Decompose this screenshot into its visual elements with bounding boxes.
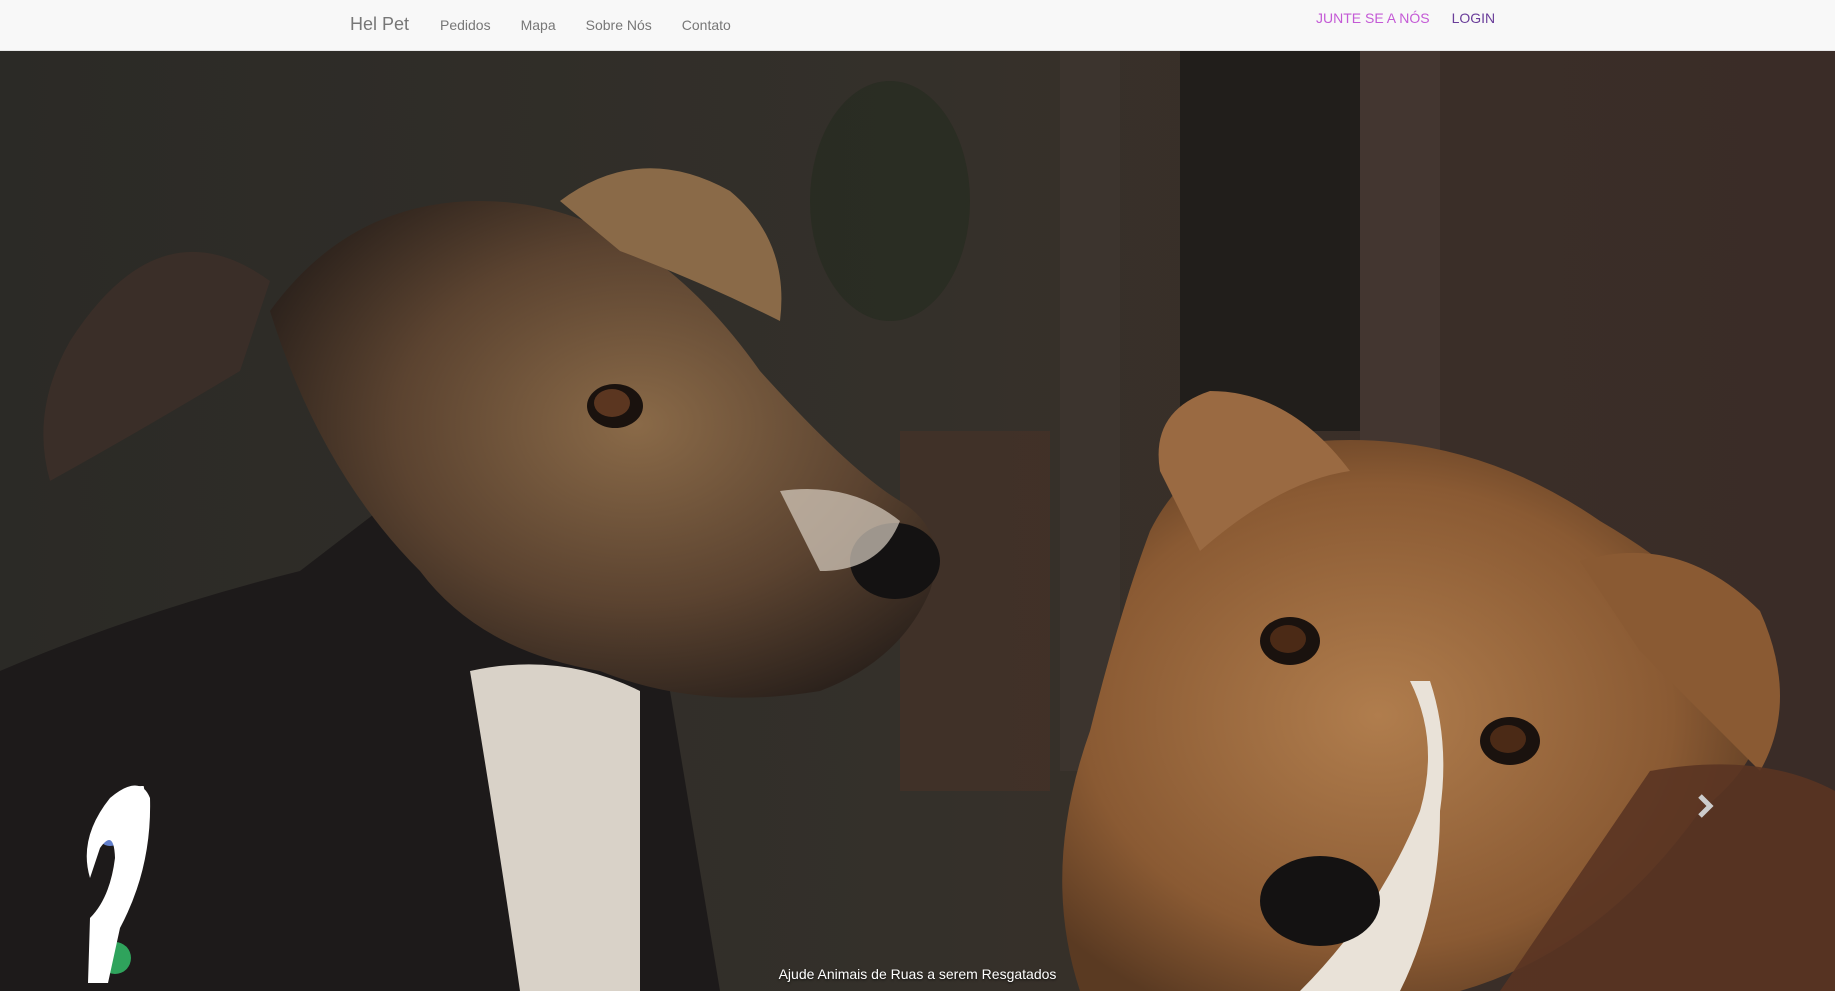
nav-links: Pedidos Mapa Sobre Nós Contato bbox=[440, 17, 731, 33]
nav-link-sobre-nos[interactable]: Sobre Nós bbox=[586, 17, 652, 33]
carousel-next-control[interactable] bbox=[1685, 786, 1725, 826]
join-us-link[interactable]: JUNTE SE A NÓS bbox=[1316, 10, 1430, 26]
nav-right: JUNTE SE A NÓS LOGIN bbox=[1316, 10, 1495, 26]
nav-link-contato[interactable]: Contato bbox=[682, 17, 731, 33]
scribble-overlay bbox=[86, 785, 151, 983]
login-link[interactable]: LOGIN bbox=[1452, 10, 1496, 26]
dogs-photo bbox=[0, 51, 1835, 991]
hero-carousel: Ajude Animais de Ruas a serem Resgatados bbox=[0, 51, 1835, 991]
brand-link[interactable]: Hel Pet bbox=[350, 14, 409, 35]
nav-link-pedidos[interactable]: Pedidos bbox=[440, 17, 491, 33]
chevron-right-icon bbox=[1698, 794, 1714, 818]
nav-link-mapa[interactable]: Mapa bbox=[521, 17, 556, 33]
carousel-caption: Ajude Animais de Ruas a serem Resgatados bbox=[778, 966, 1057, 982]
top-navbar: Hel Pet Pedidos Mapa Sobre Nós Contato J… bbox=[0, 0, 1835, 51]
